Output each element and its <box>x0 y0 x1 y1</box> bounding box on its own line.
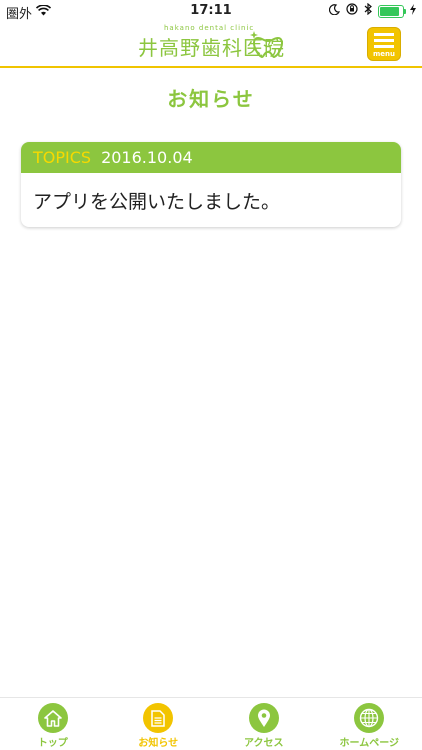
tab-label-news: お知らせ <box>138 738 179 749</box>
status-bar: 圏外 17:11 <box>0 0 422 22</box>
moon-icon <box>328 3 341 19</box>
battery-icon <box>378 4 406 18</box>
battery-fill <box>380 6 399 16</box>
tab-bar: トップ お知らせ アクセス ホームページ <box>0 697 422 750</box>
tab-label-homepage: ホームページ <box>339 738 400 749</box>
tooth-icon <box>250 30 286 66</box>
tab-top[interactable]: トップ <box>0 698 106 750</box>
news-card[interactable]: TOPICS 2016.10.04 アプリを公開いたしました。 <box>21 142 401 227</box>
tab-news[interactable]: お知らせ <box>106 698 212 750</box>
location-pin-icon <box>248 703 279 733</box>
page-title: お知らせ <box>167 87 255 111</box>
app-header: hakano dental clinic 井高野歯科医院 menu <box>0 22 422 68</box>
logo-subtitle: hakano dental clinic <box>164 24 255 32</box>
news-date: 2016.10.04 <box>101 148 193 167</box>
document-icon <box>143 703 174 733</box>
globe-icon <box>354 703 385 733</box>
charging-icon <box>410 3 416 19</box>
tab-access[interactable]: アクセス <box>211 698 317 750</box>
menu-label: menu <box>372 50 395 58</box>
news-tag: TOPICS <box>33 148 92 167</box>
news-text: アプリを公開いたしました。 <box>33 190 281 213</box>
status-right <box>328 2 416 19</box>
tab-label-access: アクセス <box>244 738 284 749</box>
tab-label-top: トップ <box>37 738 68 749</box>
tab-homepage[interactable]: ホームページ <box>317 698 422 750</box>
news-card-header: TOPICS 2016.10.04 <box>21 142 401 173</box>
list-icon <box>374 33 394 51</box>
bluetooth-icon <box>364 2 372 19</box>
orientation-lock-icon <box>346 3 358 19</box>
clinic-logo: hakano dental clinic 井高野歯科医院 <box>138 24 288 62</box>
home-icon <box>37 703 68 733</box>
menu-button[interactable]: menu <box>367 27 401 61</box>
